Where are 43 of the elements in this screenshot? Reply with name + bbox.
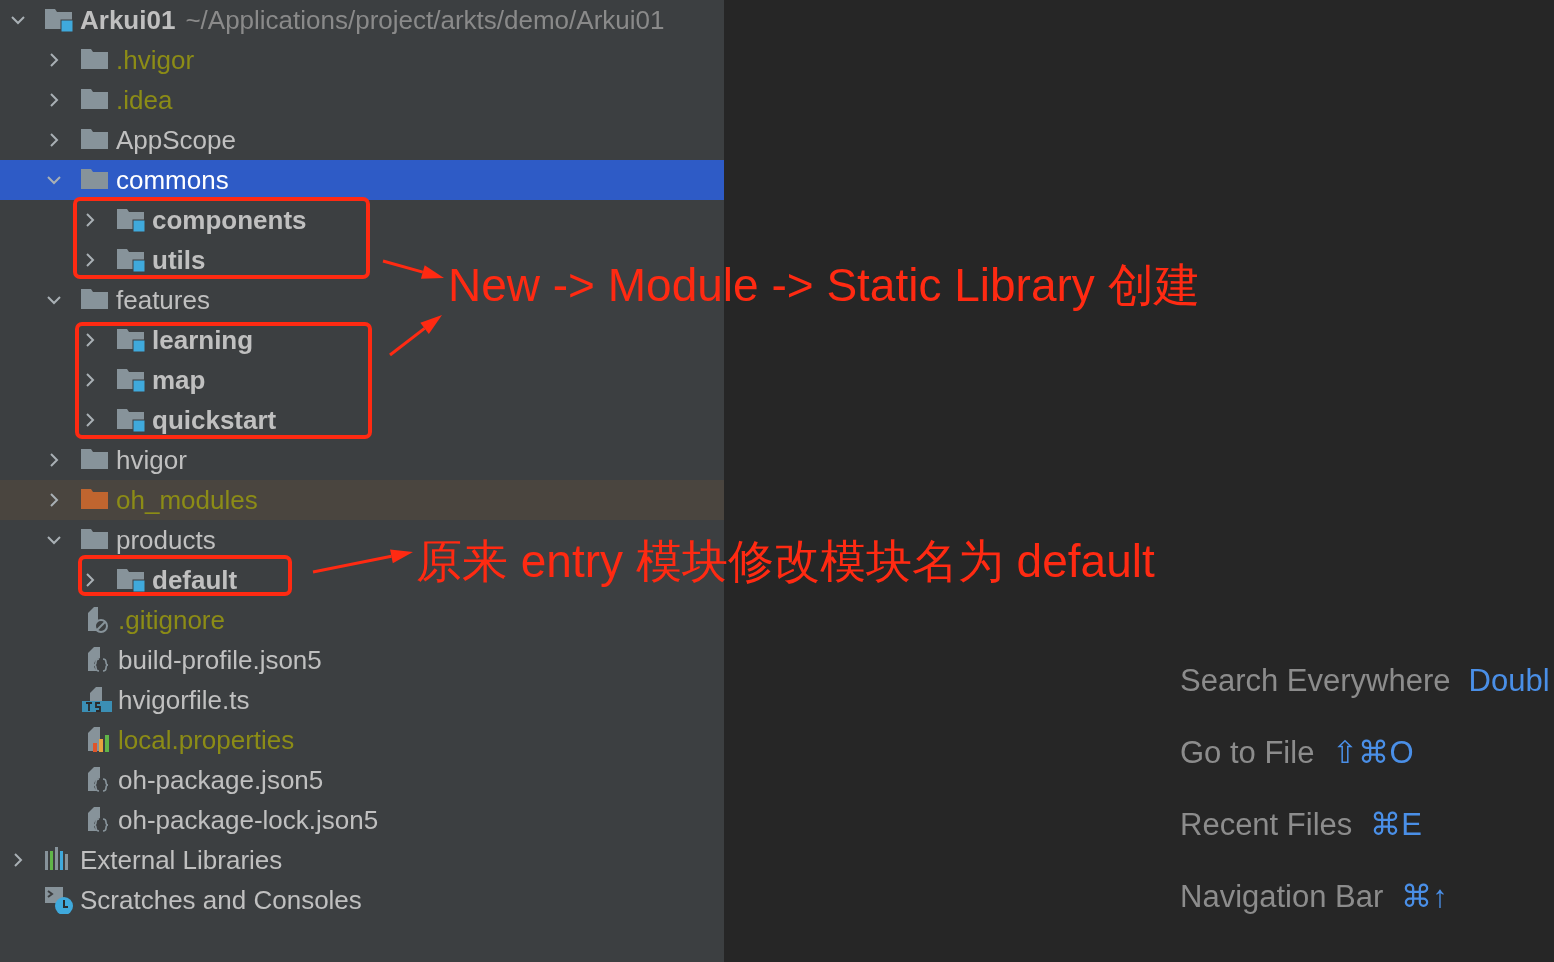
module-folder-icon [116,326,146,354]
hint-label: Recent Files [1180,809,1353,840]
tree-item[interactable]: map [152,367,206,393]
tree-item[interactable]: External Libraries [80,847,283,873]
shortcut-text: ⇧⌘O [1332,737,1414,768]
tree-item[interactable]: local.properties [118,727,295,753]
tree-item[interactable]: .idea [116,87,173,113]
hint-label: Search Everywhere [1180,665,1451,696]
project-path: ~/Applications/project/arkts/demo/Arkui01 [185,7,665,33]
tree-item[interactable]: features [116,287,210,313]
tree-item[interactable]: Arkui01 [80,7,176,33]
tree-item[interactable]: .hvigor [116,47,195,73]
tree-item[interactable]: Scratches and Consoles [80,887,362,913]
tree-item[interactable]: commons [116,167,229,193]
shortcut-text: ⌘↑ [1401,881,1448,912]
selected-row-highlight[interactable]: commons [0,160,724,200]
tree-item[interactable]: AppScope [116,127,236,153]
tree-item[interactable]: products [116,527,216,553]
shortcut-text: ⌘E [1370,809,1422,840]
module-folder-icon [116,206,146,234]
tree-item[interactable]: quickstart [152,407,277,433]
tree-item[interactable]: oh-package-lock.json5 [118,807,379,833]
tree-item[interactable]: learning [152,327,254,353]
module-folder-icon [116,246,146,274]
annotation-arrow [389,315,442,357]
module-folder-icon [116,566,146,594]
tree-item[interactable]: build-profile.json5 [118,647,322,673]
hint-label: Navigation Bar [1180,881,1384,912]
typescript-file-icon [82,686,112,714]
hint-label: Go to File [1180,737,1315,768]
module-folder-icon [116,366,146,394]
tree-item[interactable]: hvigor [116,447,187,473]
tree-item[interactable]: components [152,207,307,233]
tree-item[interactable]: hvigorfile.ts [118,687,250,713]
module-folder-icon [44,6,74,34]
annotation-arrow [382,259,444,279]
tree-item[interactable]: utils [152,247,206,273]
shortcut-text: Doubl [1468,665,1550,696]
tree-item[interactable]: oh-package.json5 [118,767,324,793]
tree-item[interactable]: default [152,567,238,593]
console-clock-icon [44,886,74,914]
tree-item[interactable]: .gitignore [118,607,225,633]
module-folder-icon [116,406,146,434]
